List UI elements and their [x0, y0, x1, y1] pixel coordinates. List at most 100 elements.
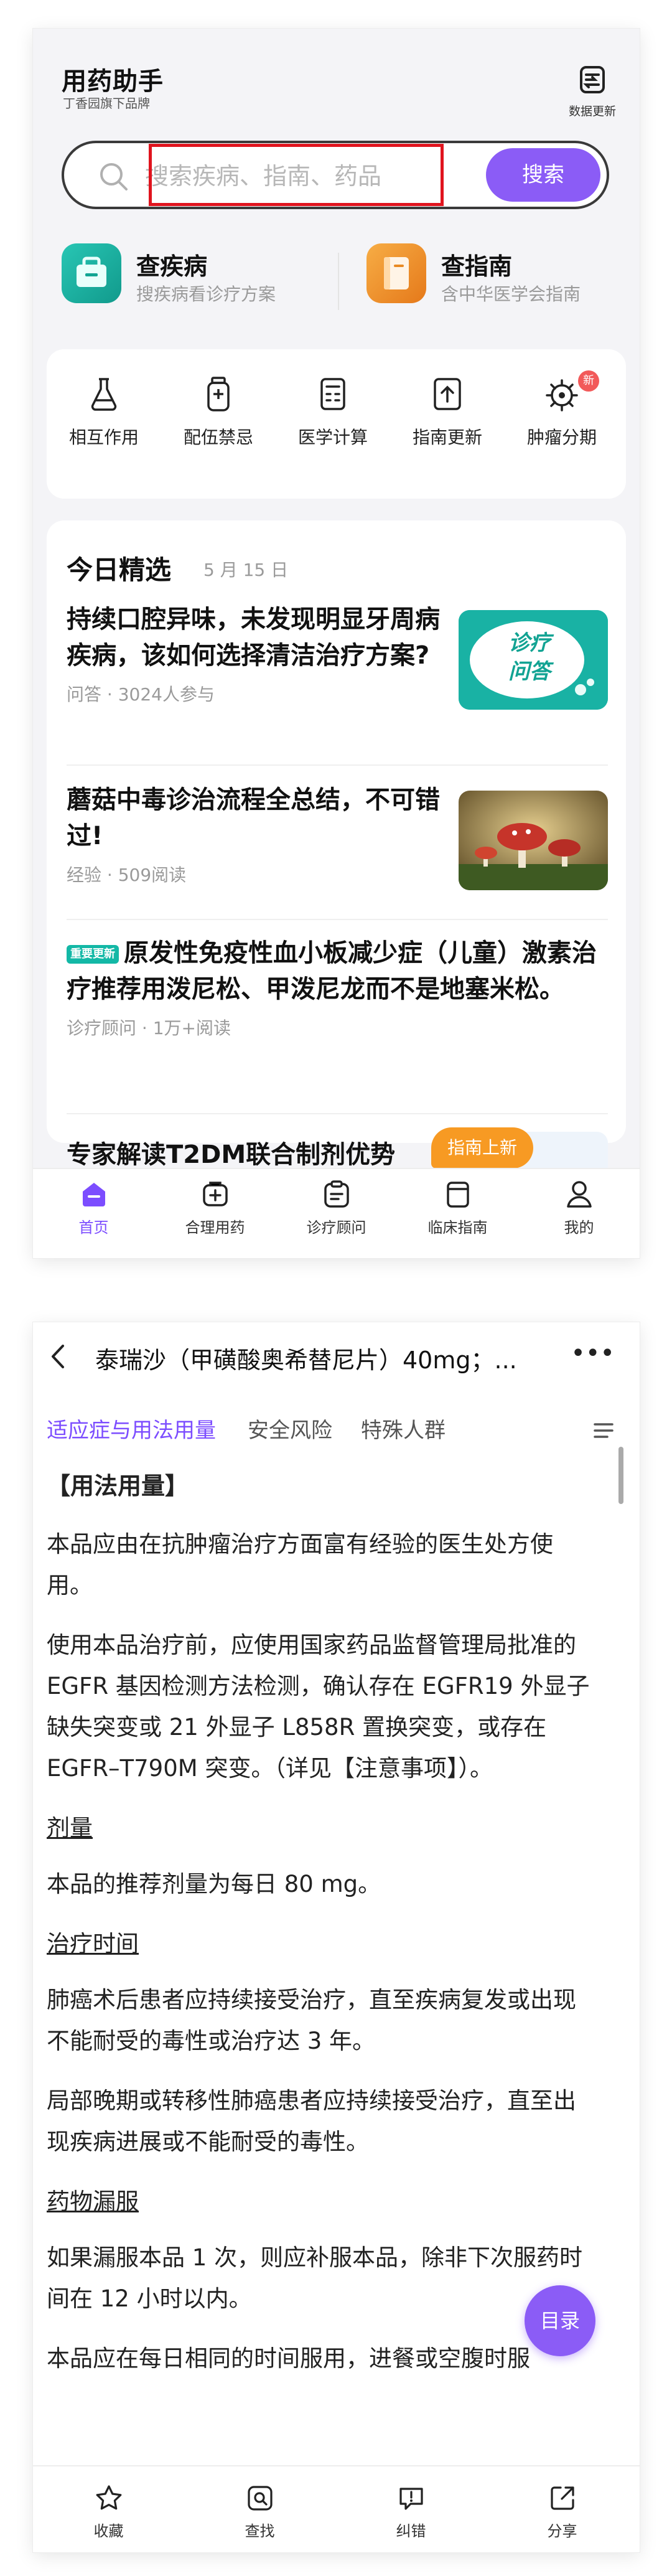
tab-consultant[interactable]: 诊疗顾问 — [276, 1178, 397, 1237]
tool-calculator[interactable]: 医学计算 — [277, 374, 389, 449]
search-icon — [100, 163, 128, 190]
bottom-tab-bar: 首页 合理用药 诊疗顾问 临床指南 我的 — [33, 1168, 640, 1258]
tool-label: 配伍禁忌 — [183, 427, 253, 448]
new-badge: 新 — [578, 370, 599, 392]
tab-safety-risk[interactable]: 安全风险 — [248, 1413, 332, 1444]
article-title: 持续口腔异味，未发现明显牙周病疾病，该如何选择清洁治疗方案? — [67, 605, 440, 670]
tool-tumor-staging[interactable]: 新 肿瘤分期 — [506, 370, 618, 449]
article-title: 原发性免疫性血小板减少症（儿童）激素治疗推荐用泼尼松、甲泼尼龙而不是地塞米松。 — [67, 939, 597, 1004]
action-label: 纠错 — [396, 2522, 426, 2540]
action-label: 查找 — [245, 2522, 275, 2540]
back-arrow-icon[interactable] — [45, 1341, 70, 1372]
home-screen: 用药助手 丁香园旗下品牌 数据更新 搜索疾病、指南、药品 搜索 查疾病 搜疾病看… — [33, 29, 640, 1258]
subheading-missed-dose: 药物漏服 — [47, 2188, 139, 2215]
user-icon — [566, 1181, 592, 1208]
tab-home[interactable]: 首页 — [33, 1178, 154, 1237]
favorite-button[interactable]: 收藏 — [33, 2483, 184, 2541]
tab-label: 诊疗顾问 — [306, 1219, 366, 1236]
tab-label: 首页 — [78, 1219, 109, 1236]
toc-button[interactable]: 目录 — [525, 2285, 595, 2356]
data-update-icon — [580, 66, 605, 93]
divider — [67, 1113, 608, 1114]
calculator-icon — [320, 378, 345, 410]
article-item[interactable]: 重要更新 原发性免疫性血小板减少症（儿童）激素治疗推荐用泼尼松、甲泼尼龙而不是地塞… — [67, 935, 608, 1040]
tool-grid: 相互作用 配伍禁忌 医学计算 指南更新 新 肿瘤分期 — [47, 349, 626, 499]
menu-icon[interactable] — [591, 1418, 616, 1443]
paragraph: 本品应在每日相同的时间服用，进餐或空腹时服 — [47, 2345, 530, 2372]
action-label: 收藏 — [93, 2522, 124, 2540]
divider — [67, 764, 608, 766]
article-title: 蘑菇中毒诊治流程全总结，不可错过! — [67, 786, 440, 850]
tool-label: 肿瘤分期 — [526, 427, 597, 448]
guide-new-popup[interactable]: 指南上新 — [431, 1127, 533, 1168]
tab-profile[interactable]: 我的 — [518, 1178, 640, 1237]
guide-book-icon — [446, 1182, 469, 1208]
search-input-highlight — [149, 144, 444, 206]
flask-icon — [91, 378, 117, 411]
section-date: 5 月 15 日 — [203, 560, 289, 580]
tab-special-population[interactable]: 特殊人群 — [361, 1413, 446, 1444]
tab-label: 合理用药 — [185, 1219, 245, 1236]
tool-label: 医学计算 — [297, 427, 368, 448]
section-heading: 【用法用量】 — [47, 1472, 189, 1500]
paragraph: 本品的推荐剂量为每日 80 mg。 — [47, 1871, 381, 1897]
case-bag-icon — [62, 243, 121, 303]
article-meta: 诊疗顾问 · 1万+阅读 — [67, 1018, 231, 1038]
app-title: 用药助手 — [62, 67, 164, 96]
detail-action-bar: 收藏 查找 纠错 分享 — [33, 2465, 640, 2552]
quick-link-title: 查疾病 — [136, 253, 208, 280]
upload-doc-icon — [434, 378, 461, 410]
quick-link-subtitle: 含中华医学会指南 — [441, 284, 581, 304]
quick-link-guide[interactable]: 查指南 含中华医学会指南 — [366, 243, 628, 318]
share-button[interactable]: 分享 — [487, 2483, 638, 2541]
paragraph: 局部晚期或转移性肺癌患者应持续接受治疗，直至出现疾病进展或不能耐受的毒性。 — [47, 2087, 576, 2155]
pill-box-icon — [202, 1182, 228, 1206]
search-button[interactable]: 搜索 — [486, 148, 600, 202]
tab-indication-dosage[interactable]: 适应症与用法用量 — [47, 1413, 216, 1444]
error-report-icon — [399, 2488, 423, 2510]
app-subtitle: 丁香园旗下品牌 — [63, 96, 150, 111]
bottle-icon — [207, 377, 230, 411]
article-item[interactable]: 持续口腔异味，未发现明显牙周病疾病，该如何选择清洁治疗方案? 问答 · 3024… — [67, 601, 440, 706]
tool-label: 指南更新 — [412, 427, 482, 448]
report-error-button[interactable]: 纠错 — [335, 2483, 487, 2541]
today-picks: 今日精选 5 月 15 日 持续口腔异味，未发现明显牙周病疾病，该如何选择清洁治… — [47, 520, 626, 1231]
divider — [67, 919, 608, 920]
data-update-button[interactable]: 数据更新 — [562, 63, 622, 119]
find-icon — [247, 2486, 273, 2511]
divider — [338, 253, 339, 310]
book-icon — [366, 243, 426, 303]
subheading-treatment-duration: 治疗时间 — [47, 1930, 139, 1957]
tab-label: 临床指南 — [427, 1219, 488, 1236]
thumbnail-text: 诊疗问答 — [508, 631, 551, 684]
tool-guide-update[interactable]: 指南更新 — [391, 374, 503, 449]
article-meta: 经验 · 509阅读 — [67, 865, 187, 885]
drug-title: 泰瑞沙（甲磺酸奥希替尼片）40mg；... — [95, 1347, 517, 1374]
share-icon — [550, 2486, 574, 2510]
section-tabs: 适应症与用法用量 安全风险 特殊人群 — [33, 1409, 640, 1453]
detail-nav-bar: 泰瑞沙（甲磺酸奥希替尼片）40mg；... ••• — [33, 1322, 640, 1391]
quick-link-title: 查指南 — [441, 253, 513, 280]
paragraph: 如果漏服本品 1 次，则应补服本品，除非下次服药时间在 12 小时以内。 — [47, 2244, 583, 2312]
section-title: 今日精选 — [67, 555, 172, 585]
article-thumbnail: 诊疗问答 — [459, 610, 608, 710]
scrollbar[interactable] — [618, 1447, 623, 1504]
clipboard-icon — [324, 1180, 349, 1208]
tool-interaction[interactable]: 相互作用 — [48, 374, 160, 449]
tool-incompatibility[interactable]: 配伍禁忌 — [162, 374, 274, 449]
article-thumbnail — [459, 791, 608, 890]
subheading-dose: 剂量 — [47, 1815, 93, 1841]
tab-rational-drug-use[interactable]: 合理用药 — [154, 1178, 276, 1237]
action-label: 分享 — [547, 2522, 577, 2540]
paragraph: 本品应由在抗肿瘤治疗方面富有经验的医生处方使用。 — [47, 1531, 553, 1599]
paragraph: 肺癌术后患者应持续接受治疗，直至疾病复发或出现不能耐受的毒性或治疗达 3 年。 — [47, 1986, 576, 2054]
find-button[interactable]: 查找 — [184, 2483, 335, 2541]
document-content: 【用法用量】 本品应由在抗肿瘤治疗方面富有经验的医生处方使用。 使用本品治疗前，… — [47, 1465, 594, 2398]
quick-link-disease[interactable]: 查疾病 搜疾病看诊疗方案 — [62, 243, 329, 318]
quick-link-subtitle: 搜疾病看诊疗方案 — [136, 284, 276, 304]
home-icon — [82, 1183, 105, 1206]
tab-clinical-guide[interactable]: 临床指南 — [397, 1178, 518, 1237]
article-meta: 问答 · 3024人参与 — [67, 684, 215, 705]
more-options-icon[interactable]: ••• — [571, 1341, 615, 1366]
article-item[interactable]: 蘑菇中毒诊治流程全总结，不可错过! 经验 · 509阅读 — [67, 782, 440, 886]
